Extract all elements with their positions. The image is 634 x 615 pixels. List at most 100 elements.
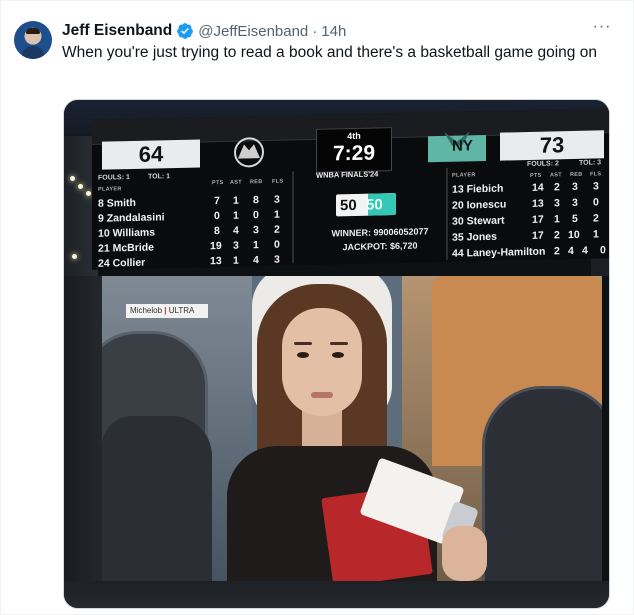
center-panel: WNBA FINALS'24 50 50 WINNER: 99006052077…	[316, 168, 444, 259]
timestamp[interactable]: 14h	[321, 23, 346, 40]
player-fls: 2	[593, 212, 599, 225]
player-pts: 14	[532, 181, 544, 194]
sponsor-logo: Michelob | ULTRA	[126, 304, 208, 318]
scoreboard: 64 FOULS: 1 TOL: 1 PLAYER PTS AST REB FL…	[92, 108, 609, 273]
player-reb: 4	[582, 244, 588, 257]
right-col-fls: FLS	[590, 171, 602, 178]
tweet-header: Jeff Eisenband @JeffEisenband · 14h	[62, 20, 346, 42]
player-reb: 10	[568, 228, 580, 242]
finals-logo: WNBA FINALS'24	[316, 169, 379, 180]
player-fls: 3	[274, 253, 280, 266]
left-team-logo-icon	[220, 136, 278, 169]
scoreboard-divider	[446, 167, 448, 260]
avatar[interactable]	[14, 21, 52, 59]
player-name: 30 Stewart	[452, 214, 505, 228]
player-reb: 3	[572, 196, 578, 210]
player-reb: 4	[253, 254, 259, 267]
player-ast: 1	[233, 194, 239, 207]
player-pts: 0	[214, 209, 220, 223]
woman-face	[282, 308, 362, 416]
courtside-chair-right	[482, 386, 602, 581]
player-fls: 2	[274, 223, 280, 236]
right-team-logo-text: NY	[452, 137, 473, 155]
player-ast: 2	[554, 229, 560, 242]
player-pts: 19	[210, 239, 222, 253]
verified-badge-icon	[177, 23, 194, 39]
player-ast: 3	[554, 197, 560, 210]
player-ast: 3	[233, 239, 239, 252]
right-team-score: 73	[500, 130, 604, 161]
separator-dot: ·	[312, 22, 318, 40]
arena-light	[72, 254, 77, 259]
player-reb: 3	[253, 224, 259, 237]
more-options-icon[interactable]: ···	[591, 19, 613, 39]
player-reb: 5	[572, 212, 578, 226]
right-tol: TOL: 3	[579, 159, 602, 167]
fifty-fifty-logo: 50 50	[336, 193, 396, 217]
player-name: 24 Collier	[98, 256, 146, 270]
player-name: 9 Zandalasini	[98, 211, 165, 225]
winner-text: WINNER: 99006052077	[331, 226, 429, 239]
player-fls: 0	[274, 238, 280, 251]
scoreboard-pillar	[64, 276, 102, 608]
tweet-card: Jeff Eisenband @JeffEisenband · 14h ··· …	[0, 0, 634, 615]
fifty-left-text: 50	[340, 196, 357, 215]
tweet-text: When you're just trying to read a book a…	[62, 44, 597, 61]
left-col-ast: AST	[230, 179, 242, 186]
hand	[442, 526, 487, 581]
player-reb: 0	[253, 209, 259, 222]
player-ast: 1	[554, 213, 560, 226]
handle[interactable]: @JeffEisenband	[198, 23, 308, 40]
left-col-pts: PTS	[212, 179, 224, 187]
player-pts: 2	[554, 245, 560, 258]
display-name[interactable]: Jeff Eisenband	[62, 22, 172, 40]
avatar-hair	[26, 28, 40, 34]
player-ast: 1	[233, 254, 239, 267]
player-name: 35 Jones	[452, 230, 497, 244]
jumbotron-bottom-frame	[64, 581, 609, 608]
right-fouls: FOULS: 2	[527, 160, 559, 169]
sponsor-text-2: ULTRA	[168, 306, 195, 315]
player-fls: 1	[593, 228, 599, 241]
player-ast: 1	[233, 209, 239, 222]
sponsor-text-1: Michelob	[130, 306, 163, 315]
player-pts: 17	[532, 229, 544, 242]
arena-light	[70, 176, 75, 181]
avatar-shirt	[22, 46, 44, 59]
player-name: 21 McBride	[98, 241, 155, 255]
scoreboard-divider	[292, 171, 294, 264]
player-reb: 3	[572, 180, 578, 194]
eyebrow	[330, 342, 348, 345]
eye	[332, 352, 344, 358]
jumbotron-video: Michelob | ULTRA	[102, 276, 602, 581]
player-pts: 17	[532, 213, 544, 226]
player-ast: 4	[568, 244, 574, 258]
arena-light	[86, 191, 91, 196]
left-player-row: 24 Collier 13 1 4 3	[92, 253, 292, 273]
player-name: 8 Smith	[98, 196, 136, 210]
tweet-media-photo[interactable]: 64 FOULS: 1 TOL: 1 PLAYER PTS AST REB FL…	[63, 99, 610, 609]
left-tol: TOL: 1	[148, 173, 171, 181]
player-pts: 7	[214, 194, 220, 208]
player-reb: 1	[253, 239, 259, 252]
left-team-score: 64	[102, 139, 200, 170]
player-fls: 0	[593, 196, 599, 209]
player-pts: 8	[214, 224, 220, 238]
player-pts: 13	[210, 254, 222, 268]
game-clock-box: 4th 7:29	[316, 127, 392, 173]
player-reb: 8	[253, 194, 259, 207]
left-col-fls: FLS	[272, 178, 284, 185]
spectator-shoulder	[102, 416, 212, 581]
left-fouls: FOULS: 1	[98, 174, 130, 182]
eye	[297, 352, 309, 358]
arena-light	[78, 184, 83, 189]
player-name: 10 Williams	[98, 226, 156, 240]
fifty-right-text: 50	[366, 196, 383, 214]
left-col-reb: REB	[250, 179, 263, 186]
right-player-row: 44 Laney-Hamilton 2 4 4 0	[452, 244, 609, 263]
player-pts: 13	[532, 197, 544, 210]
left-col-player: PLAYER	[98, 186, 122, 193]
game-clock: 7:29	[332, 141, 376, 166]
jackpot-text: JACKPOT: $6,720	[342, 240, 418, 253]
right-col-reb: REB	[570, 171, 583, 179]
